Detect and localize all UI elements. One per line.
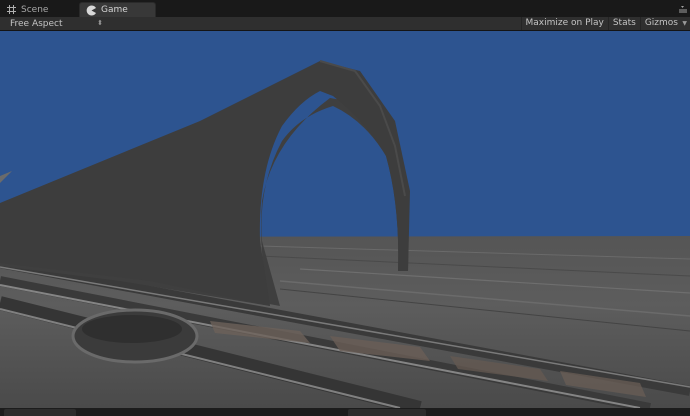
game-scene-render <box>0 31 690 408</box>
bottom-tab[interactable] <box>348 409 426 416</box>
gizmos-label: Gizmos <box>644 18 678 28</box>
game-toolbar: Free Aspect ⬍ Maximize on Play Stats Giz… <box>0 17 690 31</box>
grid-icon <box>7 5 16 14</box>
aspect-dropdown[interactable]: Free Aspect ⬍ <box>4 17 106 30</box>
tab-scene[interactable]: Scene <box>0 2 76 17</box>
game-viewport[interactable] <box>0 31 690 408</box>
tab-menu-icon[interactable] <box>678 3 688 14</box>
tab-scene-label: Scene <box>21 4 49 15</box>
aspect-label: Free Aspect <box>10 18 63 29</box>
maximize-on-play-button[interactable]: Maximize on Play <box>520 17 608 30</box>
tab-game-label: Game <box>101 5 128 15</box>
tab-game[interactable]: Game <box>79 2 156 17</box>
stats-button[interactable]: Stats <box>607 17 640 30</box>
chevron-down-icon: ▼ <box>682 20 687 27</box>
pacman-icon <box>86 5 96 15</box>
tab-bar: Scene Game <box>0 0 690 17</box>
updown-arrow-icon: ⬍ <box>97 19 103 27</box>
bottom-tab[interactable] <box>4 409 76 416</box>
bottom-tab-bar <box>0 408 690 416</box>
gizmos-button[interactable]: Gizmos ▼ <box>639 17 690 30</box>
